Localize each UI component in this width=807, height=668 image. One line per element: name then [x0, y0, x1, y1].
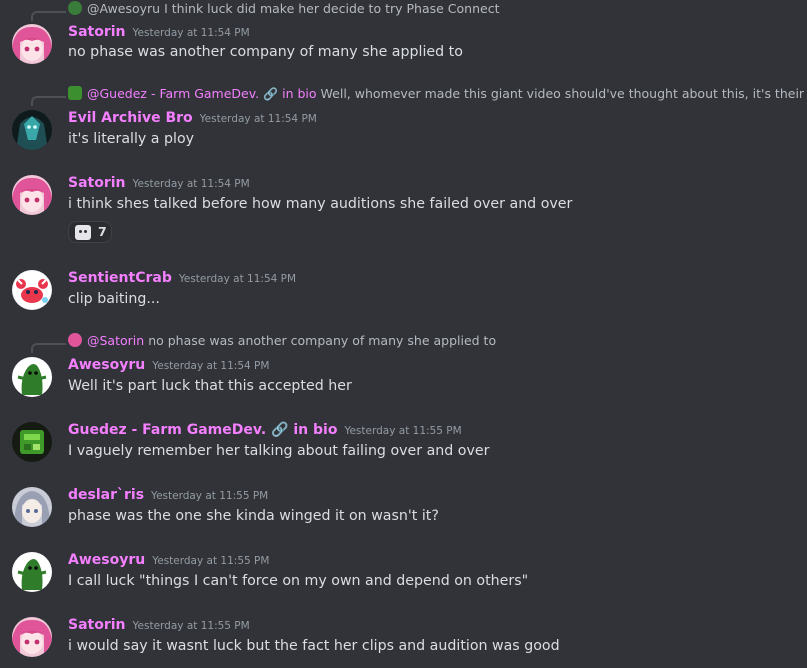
avatar[interactable]	[12, 357, 52, 397]
silver-hair-avatar-icon	[12, 487, 52, 527]
reply-author[interactable]: @Guedez - Farm GameDev.	[87, 86, 259, 101]
timestamp: Yesterday at 11:55 PM	[132, 620, 250, 632]
reply-connector	[31, 96, 66, 106]
reply-preview[interactable]: @Satorin no phase was another company of …	[68, 333, 496, 348]
pink-hair-avatar-icon	[12, 175, 52, 215]
message-author[interactable]: SentientCrab Yesterday at 11:54 PM	[68, 270, 296, 286]
link-icon: 🔗	[271, 422, 289, 438]
avatar[interactable]	[12, 270, 52, 310]
dark-teal-avatar-icon	[12, 110, 52, 150]
reply-author[interactable]: @Awesoyru	[87, 1, 160, 16]
bio-suffix: in bio	[293, 422, 338, 438]
reply-connector	[31, 11, 66, 21]
message-author[interactable]: Awesoyru Yesterday at 11:55 PM	[68, 552, 269, 568]
timestamp: Yesterday at 11:54 PM	[152, 360, 270, 372]
reply-text: no phase was another company of many she…	[148, 333, 497, 348]
message-author[interactable]: Guedez - Farm GameDev. 🔗 in bio Yesterday…	[68, 422, 462, 438]
link-icon: 🔗	[263, 87, 279, 101]
message-author[interactable]: Satorin Yesterday at 11:55 PM	[68, 617, 250, 633]
avatar[interactable]	[12, 552, 52, 592]
reply-avatar	[68, 1, 82, 15]
avatar[interactable]	[12, 24, 52, 64]
reaction-count: 7	[98, 224, 107, 239]
message-content: clip baiting...	[68, 291, 160, 307]
message-content: no phase was another company of many she…	[68, 44, 463, 60]
timestamp: Yesterday at 11:55 PM	[344, 425, 462, 437]
message-content: phase was the one she kinda winged it on…	[68, 508, 439, 524]
green-lizard-avatar-icon	[12, 357, 52, 397]
message-content: i think shes talked before how many audi…	[68, 196, 573, 212]
timestamp: Yesterday at 11:54 PM	[199, 113, 317, 125]
reply-connector	[31, 343, 66, 353]
reply-author[interactable]: @Satorin	[87, 333, 144, 348]
avatar[interactable]	[12, 422, 52, 462]
green-box-avatar-icon	[12, 422, 52, 462]
message-author[interactable]: Awesoyru Yesterday at 11:54 PM	[68, 357, 269, 373]
reply-bio-suffix: in bio	[282, 86, 317, 101]
avatar[interactable]	[12, 175, 52, 215]
green-lizard-avatar-icon	[12, 552, 52, 592]
avatar[interactable]	[12, 617, 52, 657]
pink-hair-avatar-icon	[12, 24, 52, 64]
message-content: i would say it wasnt luck but the fact h…	[68, 638, 560, 654]
reply-preview[interactable]: @Guedez - Farm GameDev. 🔗 in bio Well, who…	[68, 86, 807, 101]
timestamp: Yesterday at 11:54 PM	[132, 27, 250, 39]
message-content: it's literally a ploy	[68, 131, 195, 147]
pink-hair-avatar-icon	[12, 617, 52, 657]
avatar[interactable]	[12, 487, 52, 527]
reply-avatar	[68, 333, 82, 347]
message-content: I vaguely remember her talking about fai…	[68, 443, 490, 459]
message-author[interactable]: Satorin Yesterday at 11:54 PM	[68, 175, 250, 191]
timestamp: Yesterday at 11:54 PM	[132, 178, 250, 190]
timestamp: Yesterday at 11:55 PM	[151, 490, 269, 502]
message-author[interactable]: Evil Archive Bro Yesterday at 11:54 PM	[68, 110, 317, 126]
reply-avatar	[68, 86, 82, 100]
reply-preview[interactable]: @Awesoyru I think luck did make her decid…	[68, 1, 499, 16]
timestamp: Yesterday at 11:55 PM	[152, 555, 270, 567]
message-content: Well it's part luck that this accepted h…	[68, 378, 352, 394]
reaction-button[interactable]: 7	[68, 221, 112, 243]
timestamp: Yesterday at 11:54 PM	[178, 273, 297, 285]
reply-text: Well, whomever made this giant video sho…	[320, 86, 807, 101]
face-emoji-icon	[75, 225, 91, 240]
message-author[interactable]: deslar`ris Yesterday at 11:55 PM	[68, 487, 268, 503]
message-content: I call luck "things I can't force on my …	[68, 573, 529, 589]
avatar[interactable]	[12, 110, 52, 150]
reply-text: I think luck did make her decide to try …	[164, 1, 500, 16]
crab-avatar-icon	[12, 270, 52, 310]
message-author[interactable]: Satorin Yesterday at 11:54 PM	[68, 24, 250, 40]
